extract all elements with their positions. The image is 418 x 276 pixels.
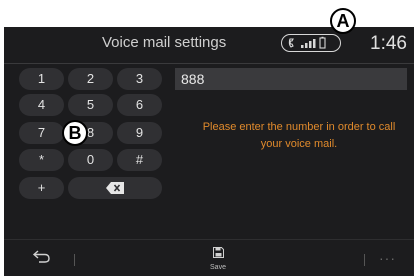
status-indicator (281, 34, 341, 52)
back-button[interactable] (32, 249, 52, 267)
key-3[interactable]: 3 (117, 68, 162, 90)
phone-signal-battery-icon (288, 36, 326, 49)
voicemail-number-value: 888 (181, 71, 205, 87)
key-star[interactable]: * (19, 149, 64, 171)
key-2[interactable]: 2 (68, 68, 113, 90)
header-bar: Voice mail settings 1:46 (4, 27, 414, 64)
backspace-icon (106, 182, 124, 194)
footer-bar: Save ··· (4, 239, 414, 276)
callout-b: B (62, 120, 88, 146)
delete-button[interactable] (68, 177, 162, 199)
key-0[interactable]: 0 (68, 149, 113, 171)
infotainment-screen: Voice mail settings 1:46 1 2 3 4 5 6 7 8… (4, 27, 414, 276)
save-icon (212, 247, 224, 258)
key-plus[interactable]: + (19, 177, 64, 199)
key-4[interactable]: 4 (19, 94, 64, 116)
key-7[interactable]: 7 (19, 122, 64, 144)
key-9[interactable]: 9 (117, 122, 162, 144)
key-6[interactable]: 6 (117, 94, 162, 116)
key-5[interactable]: 5 (68, 94, 113, 116)
voicemail-number-input[interactable]: 888 (175, 68, 407, 90)
footer-divider (364, 254, 365, 266)
more-options-button[interactable]: ··· (379, 250, 401, 266)
footer-divider (74, 254, 75, 266)
key-1[interactable]: 1 (19, 68, 64, 90)
key-hash[interactable]: # (117, 149, 162, 171)
clock: 1:46 (370, 33, 407, 54)
save-button[interactable]: Save (203, 245, 233, 275)
back-arrow-icon (32, 250, 50, 263)
dial-keypad: 1 2 3 4 5 6 7 8 9 * 0 # + (4, 64, 174, 239)
save-label: Save (210, 264, 226, 271)
callout-a: A (330, 8, 356, 34)
page-title: Voice mail settings (102, 34, 227, 51)
instruction-text: Please enter the number in order to call… (202, 121, 396, 150)
